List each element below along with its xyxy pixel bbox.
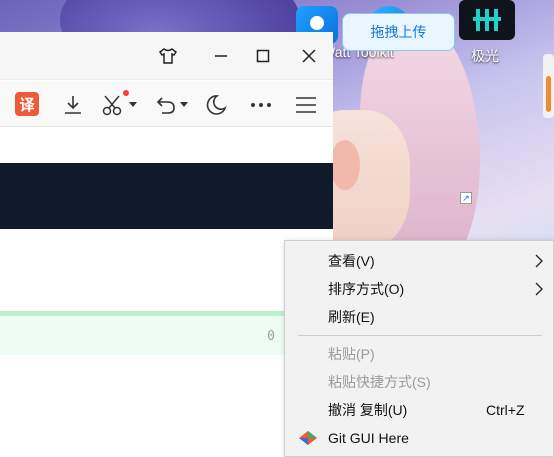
menu-item-sort[interactable]: 排序方式(O) <box>285 275 553 303</box>
hamburger-menu-icon[interactable] <box>293 92 319 118</box>
menu-item-git-gui[interactable]: Git GUI Here <box>285 424 553 452</box>
browser-toolbar: 译 <box>0 81 333 127</box>
translate-button[interactable]: 译 <box>15 92 39 116</box>
git-gui-icon <box>298 430 318 446</box>
menu-item-view[interactable]: 查看(V) <box>285 247 553 275</box>
menu-item-paste-shortcut[interactable]: 粘贴快捷方式(S) <box>285 368 553 396</box>
side-scrollbar[interactable] <box>543 54 554 118</box>
menu-item-label: 撤消 复制(U) <box>328 402 408 418</box>
menu-item-paste[interactable]: 粘贴(P) <box>285 340 553 368</box>
drag-upload-button[interactable]: 拖拽上传 <box>342 13 455 51</box>
maximize-icon[interactable] <box>251 44 275 68</box>
title-bar <box>0 32 333 80</box>
chevron-down-icon[interactable] <box>178 92 190 118</box>
jiguang-label[interactable]: 极光 <box>471 46 499 66</box>
minimize-icon[interactable] <box>209 44 233 68</box>
dark-header-band <box>0 163 333 229</box>
scrollbar-thumb[interactable] <box>546 76 551 112</box>
menu-item-label: Git GUI Here <box>328 430 409 446</box>
chevron-down-icon[interactable] <box>127 92 139 118</box>
shirt-icon[interactable] <box>156 44 180 68</box>
shortcut-arrow-icon: ↗ <box>460 192 472 204</box>
chevron-right-icon <box>535 254 543 271</box>
menu-item-label: 粘贴快捷方式(S) <box>328 374 431 390</box>
close-icon[interactable] <box>297 44 321 68</box>
menu-item-undo-copy[interactable]: 撤消 复制(U) Ctrl+Z <box>285 396 553 424</box>
jiguang-logo-icon <box>473 9 501 31</box>
menu-separator <box>298 335 542 336</box>
menu-item-shortcut: Ctrl+Z <box>486 402 525 418</box>
jiguang-icon[interactable] <box>459 0 515 40</box>
scissors-icon[interactable] <box>101 90 129 118</box>
menu-item-refresh[interactable]: 刷新(E) <box>285 303 553 331</box>
menu-item-label: 刷新(E) <box>328 309 375 325</box>
wallpaper-ear <box>330 140 360 190</box>
chevron-right-icon <box>535 282 543 299</box>
desktop-context-menu: 查看(V) 排序方式(O) 刷新(E) 粘贴(P) 粘贴快捷方式(S) 撤消 复… <box>284 240 554 457</box>
more-icon[interactable] <box>248 92 274 118</box>
menu-item-label: 查看(V) <box>328 253 375 269</box>
download-icon[interactable] <box>60 92 86 118</box>
line-counter: 0 <box>267 329 275 344</box>
undo-icon[interactable] <box>153 92 179 118</box>
menu-item-label: 粘贴(P) <box>328 346 375 362</box>
menu-item-label: 排序方式(O) <box>328 281 405 297</box>
moon-icon[interactable] <box>203 92 229 118</box>
